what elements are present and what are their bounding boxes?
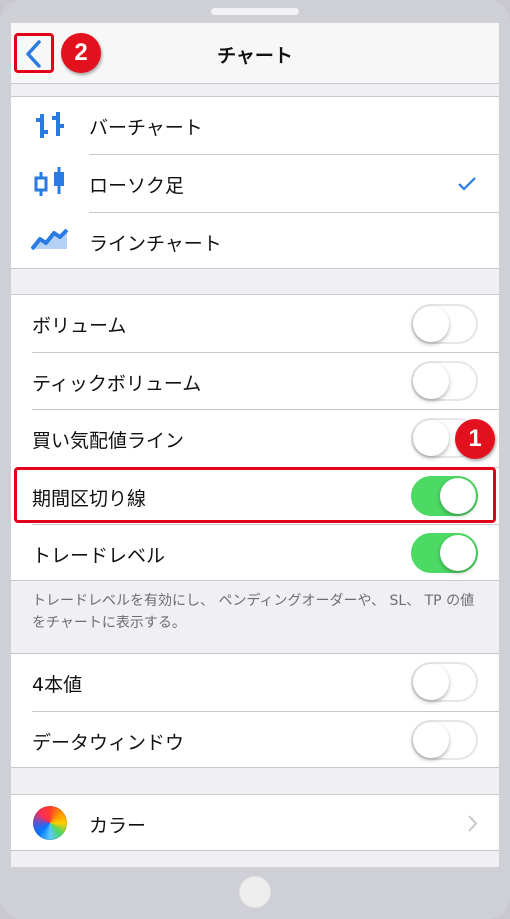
color-wheel-icon: [33, 806, 67, 840]
chevron-right-icon: [468, 815, 478, 836]
tick-volume-row: ティックボリューム: [11, 353, 499, 410]
checkmark-icon: [458, 176, 476, 195]
tick-volume-toggle[interactable]: [411, 361, 478, 401]
chart-type-line-row[interactable]: ラインチャート: [11, 213, 499, 270]
back-button[interactable]: [14, 33, 54, 73]
step-badge-1: 1: [455, 419, 495, 459]
trade-levels-toggle[interactable]: [411, 533, 478, 573]
setting-label: トレードレベル: [32, 545, 166, 567]
trade-levels-row: トレードレベル: [11, 525, 499, 582]
bar-chart-icon: [33, 112, 67, 144]
speaker-grille: [211, 8, 299, 15]
chart-type-bar-row[interactable]: バーチャート: [11, 97, 499, 154]
chart-type-label: ローソク足: [89, 175, 185, 197]
setting-label: データウィンドウ: [32, 732, 185, 754]
chart-type-group: バーチャート ローソク足 ラインチャート: [11, 96, 499, 269]
setting-label: 買い気配値ライン: [32, 430, 185, 452]
line-chart-icon: [30, 227, 69, 255]
chart-type-label: ラインチャート: [89, 233, 222, 255]
device-frame: チャート バーチャート ローソク足 ラインチャート ボリューム ティックボリュー…: [0, 0, 510, 919]
chart-type-label: バーチャート: [89, 117, 203, 139]
trade-levels-footnote: トレードレベルを有効にし、 ペンディングオーダーや、 SL、 TP の値をチャー…: [32, 593, 475, 631]
setting-label: ティックボリューム: [32, 373, 202, 395]
step-badge-2: 2: [61, 33, 101, 73]
toggle-knob: [413, 420, 449, 456]
data-window-row: データウィンドウ: [11, 712, 499, 769]
setting-label: 4本値: [32, 674, 83, 696]
volume-toggle[interactable]: [411, 304, 478, 344]
candlestick-icon: [33, 166, 69, 204]
toggle-knob: [413, 306, 449, 342]
color-row[interactable]: カラー: [11, 795, 499, 852]
toggle-knob: [440, 535, 476, 571]
chart-type-candlestick-row[interactable]: ローソク足: [11, 155, 499, 212]
toggle-knob: [413, 722, 449, 758]
screen: チャート バーチャート ローソク足 ラインチャート ボリューム ティックボリュー…: [11, 23, 499, 867]
data-window-toggle[interactable]: [411, 720, 478, 760]
toggle-knob: [413, 664, 449, 700]
setting-label: ボリューム: [32, 315, 127, 337]
ohlc-row: 4本値: [11, 654, 499, 711]
color-label: カラー: [89, 815, 147, 837]
extra-settings-group: 4本値 データウィンドウ: [11, 653, 499, 768]
toggle-knob: [413, 363, 449, 399]
period-separators-highlight: [14, 467, 496, 523]
color-group: カラー: [11, 794, 499, 851]
display-settings-group: ボリューム ティックボリューム 買い気配値ライン 期間区切り線 トレードレベル: [11, 294, 499, 581]
home-button[interactable]: [239, 876, 271, 908]
ohlc-toggle[interactable]: [411, 662, 478, 702]
volume-row: ボリューム: [11, 295, 499, 352]
ask-line-row: 買い気配値ライン: [11, 410, 499, 467]
